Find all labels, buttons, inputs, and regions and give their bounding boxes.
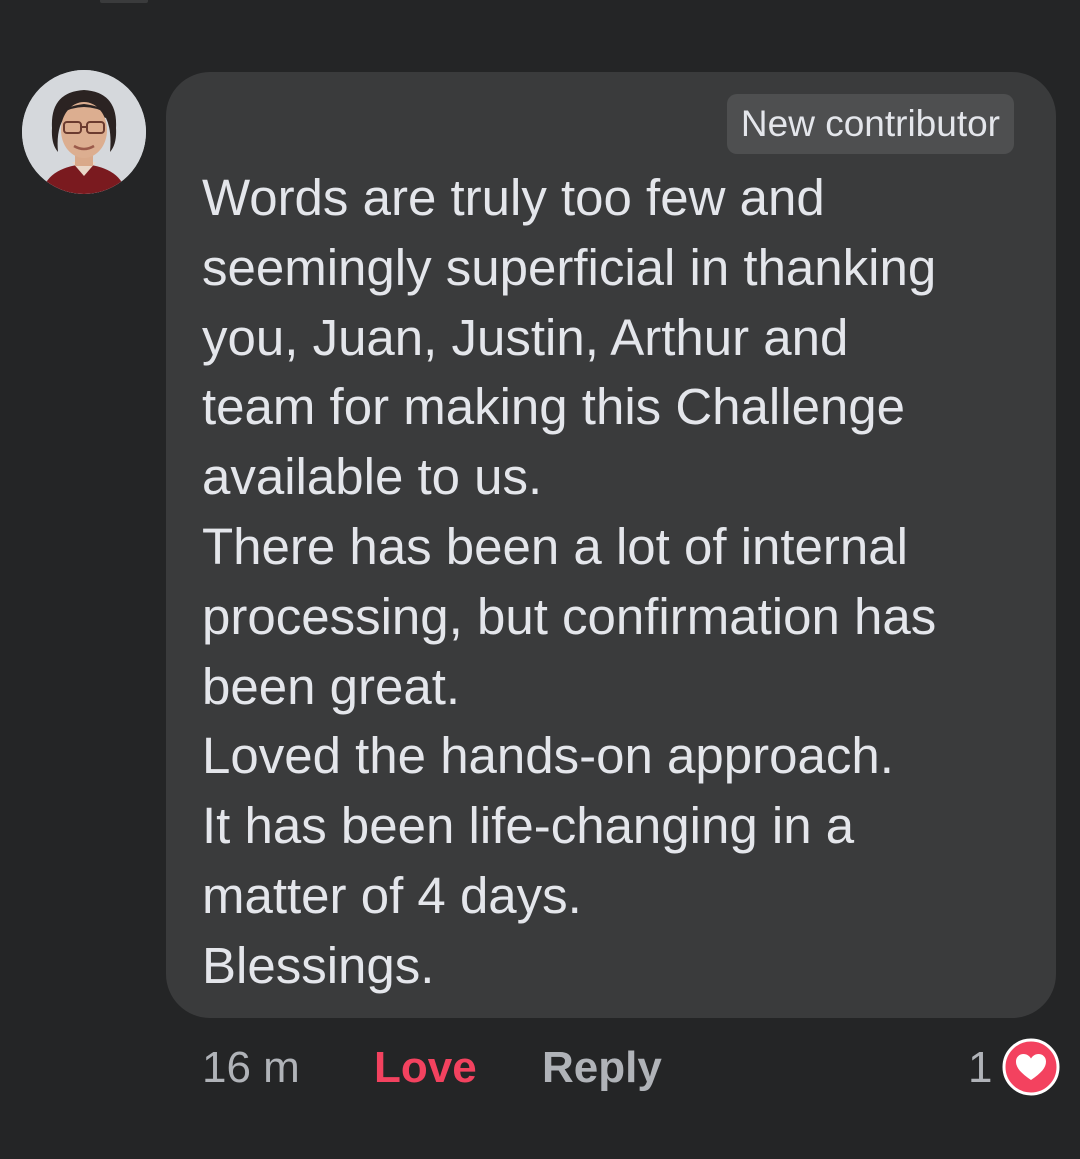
comment-line: There has been a lot of internal xyxy=(202,517,908,575)
reply-button[interactable]: Reply xyxy=(542,1038,662,1098)
heart-icon[interactable] xyxy=(1002,1038,1060,1096)
comment-line: been great. xyxy=(202,657,461,715)
comment-line: Words are truly too few and xyxy=(202,169,825,226)
comment-line: seemingly superficial in thanking xyxy=(202,238,937,296)
comment-line: available to us. xyxy=(202,448,543,506)
comment-line: It has been life-changing in a xyxy=(202,797,855,855)
comment-bubble[interactable]: New contributor Words are truly too few … xyxy=(166,72,1056,1018)
comment-line: processing, but confirmation has xyxy=(202,587,937,645)
previous-item-divider xyxy=(100,0,148,3)
comment-line: Blessings. xyxy=(202,936,435,994)
comment-line: you, Juan, Justin, Arthur and xyxy=(202,308,849,366)
avatar[interactable] xyxy=(22,70,146,194)
reaction-count[interactable]: 1 xyxy=(968,1038,992,1098)
comment-line: team for making this Challenge xyxy=(202,378,906,436)
comment-line: Loved the hands-on approach. xyxy=(202,727,894,785)
comment-timestamp[interactable]: 16 m xyxy=(202,1038,300,1098)
love-button[interactable]: Love xyxy=(374,1038,477,1098)
comment-text: Words are truly too few and seemingly su… xyxy=(202,163,1032,1001)
new-contributor-badge: New contributor xyxy=(726,94,1014,154)
comment-actions: 16 m Love Reply 1 xyxy=(0,1038,1080,1098)
comment-line: matter of 4 days. xyxy=(202,866,582,924)
profile-photo xyxy=(22,70,146,194)
